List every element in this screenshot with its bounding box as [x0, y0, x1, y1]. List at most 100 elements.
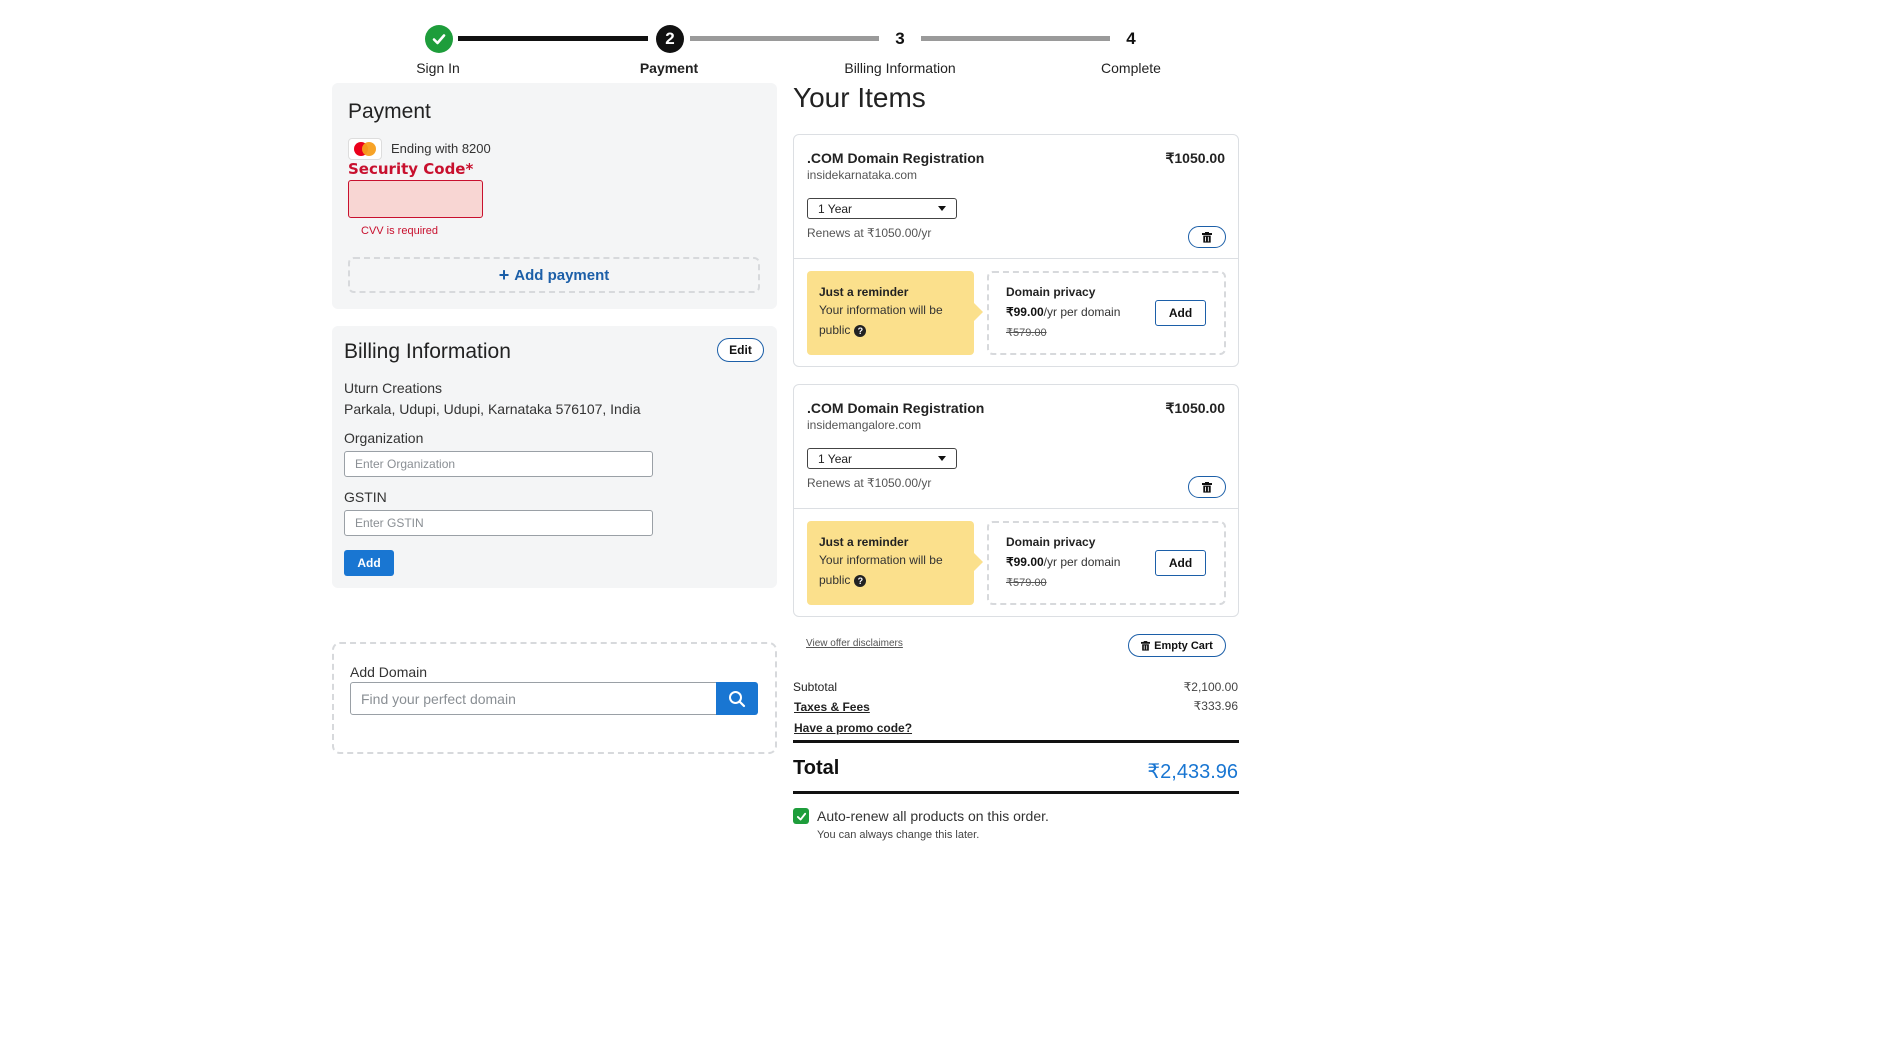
item-divider	[794, 258, 1238, 259]
step-connector	[690, 36, 879, 41]
add-privacy-button[interactable]: Add	[1155, 550, 1206, 576]
step-label-billing: Billing Information	[844, 60, 956, 76]
add-payment-label: Add payment	[514, 266, 610, 284]
help-icon[interactable]: ?	[854, 324, 867, 337]
step-label-sign-in: Sign In	[416, 60, 460, 76]
item-name: .COM Domain Registration	[807, 400, 985, 416]
domain-privacy-offer: Domain privacy ₹99.00/yr per domain ₹579…	[987, 521, 1226, 605]
step-connector	[458, 36, 648, 41]
taxes-fees-link[interactable]: Taxes & Fees	[794, 700, 870, 714]
reminder-arrow	[974, 303, 983, 321]
gstin-input[interactable]	[344, 510, 653, 536]
add-billing-info-button[interactable]: Add	[344, 550, 394, 576]
trash-icon	[1202, 231, 1212, 243]
item-renewal: Renews at ₹1050.00/yr	[807, 226, 932, 240]
item-price: ₹1050.00	[1165, 150, 1225, 166]
search-icon	[729, 690, 746, 707]
add-domain-label: Add Domain	[350, 664, 428, 680]
privacy-title: Domain privacy	[1006, 285, 1096, 299]
privacy-price: ₹99.00/yr per domain	[1006, 555, 1120, 569]
reminder-text-content: Your information will be public	[819, 303, 943, 337]
organization-input[interactable]	[344, 451, 653, 477]
total-label: Total	[793, 757, 840, 779]
step-connector	[921, 36, 1110, 41]
add-payment-button[interactable]: + Add payment	[348, 257, 760, 293]
organization-label: Organization	[344, 430, 424, 446]
term-select-value: 1 Year	[818, 451, 853, 466]
card-ending-text: Ending with 8200	[391, 141, 491, 156]
cart-item: .COM Domain Registration ₹1050.00 inside…	[793, 134, 1239, 367]
privacy-reminder: Just a reminder Your information will be…	[807, 521, 974, 605]
step-complete-check-icon	[425, 25, 453, 53]
mastercard-icon	[348, 138, 382, 160]
domain-search-button[interactable]	[716, 682, 758, 715]
total-value: ₹2,433.96	[1147, 761, 1238, 783]
domain-search-input[interactable]	[350, 682, 717, 715]
billing-company: Uturn Creations	[344, 380, 443, 396]
autorenew-checkbox[interactable]	[793, 808, 809, 824]
step-label-complete: Complete	[1101, 60, 1161, 76]
reminder-text-content: Your information will be public	[819, 553, 943, 587]
total-divider-bottom	[793, 791, 1239, 794]
remove-item-button[interactable]	[1188, 226, 1226, 248]
help-icon[interactable]: ?	[854, 574, 867, 587]
payment-title: Payment	[348, 100, 431, 123]
item-divider	[794, 508, 1238, 509]
item-name: .COM Domain Registration	[807, 150, 985, 166]
taxes-value: ₹333.96	[1193, 699, 1238, 713]
privacy-title: Domain privacy	[1006, 535, 1096, 549]
billing-panel: Billing Information Edit Uturn Creations…	[332, 326, 777, 588]
your-items-title: Your Items	[793, 82, 926, 113]
reminder-title: Just a reminder	[819, 285, 909, 299]
item-renewal: Renews at ₹1050.00/yr	[807, 476, 932, 490]
promo-code-link[interactable]: Have a promo code?	[794, 721, 912, 735]
view-offer-disclaimers-link[interactable]: View offer disclaimers	[806, 638, 903, 649]
privacy-price-amount: ₹99.00	[1006, 555, 1044, 569]
privacy-reminder: Just a reminder Your information will be…	[807, 271, 974, 355]
remove-item-button[interactable]	[1188, 476, 1226, 498]
subtotal-label: Subtotal	[793, 680, 838, 694]
step-label-payment: Payment	[639, 60, 699, 76]
autorenew-label: Auto-renew all products on this order.	[817, 808, 1049, 824]
trash-icon	[1202, 481, 1212, 493]
autorenew-note: You can always change this later.	[817, 829, 980, 841]
trash-icon	[1141, 640, 1151, 651]
security-code-input[interactable]	[348, 180, 483, 218]
reminder-text: Your information will be public?	[819, 300, 959, 340]
edit-billing-button[interactable]: Edit	[717, 338, 764, 362]
term-select-value: 1 Year	[818, 201, 853, 216]
step-number-billing: 3	[895, 29, 905, 48]
reminder-arrow	[974, 553, 983, 571]
plus-icon: +	[498, 264, 510, 285]
payment-panel: Payment Ending with 8200 Security Code* …	[332, 83, 777, 309]
gstin-label: GSTIN	[344, 489, 387, 505]
empty-cart-button[interactable]: Empty Cart	[1128, 634, 1226, 657]
cvv-error-text: CVV is required	[361, 225, 439, 237]
billing-title: Billing Information	[344, 340, 511, 363]
reminder-title: Just a reminder	[819, 535, 909, 549]
privacy-price-unit: /yr per domain	[1043, 555, 1121, 569]
add-domain-panel: Add Domain	[332, 642, 777, 754]
reminder-text: Your information will be public?	[819, 550, 959, 590]
add-privacy-button[interactable]: Add	[1155, 300, 1206, 326]
domain-privacy-offer: Domain privacy ₹99.00/yr per domain ₹579…	[987, 271, 1226, 355]
subtotal-value: ₹2,100.00	[1183, 680, 1238, 694]
privacy-price: ₹99.00/yr per domain	[1006, 305, 1120, 319]
item-domain: insidekarnataka.com	[807, 168, 918, 182]
step-number-complete: 4	[1126, 29, 1136, 48]
term-select[interactable]: 1 Year	[807, 448, 957, 469]
step-number-payment: 2	[656, 25, 684, 53]
total-divider-top	[793, 740, 1239, 743]
privacy-price-unit: /yr per domain	[1043, 305, 1121, 319]
item-price: ₹1050.00	[1165, 400, 1225, 416]
privacy-price-amount: ₹99.00	[1006, 305, 1044, 319]
privacy-old-price: ₹579.00	[1006, 327, 1047, 339]
privacy-old-price: ₹579.00	[1006, 577, 1047, 589]
security-code-label: Security Code*	[348, 160, 474, 178]
item-domain: insidemangalore.com	[807, 418, 922, 432]
term-select[interactable]: 1 Year	[807, 198, 957, 219]
empty-cart-label: Empty Cart	[1154, 639, 1213, 652]
chevron-down-icon	[938, 456, 946, 461]
chevron-down-icon	[938, 206, 946, 211]
billing-address: Parkala, Udupi, Udupi, Karnataka 576107,…	[344, 401, 641, 417]
